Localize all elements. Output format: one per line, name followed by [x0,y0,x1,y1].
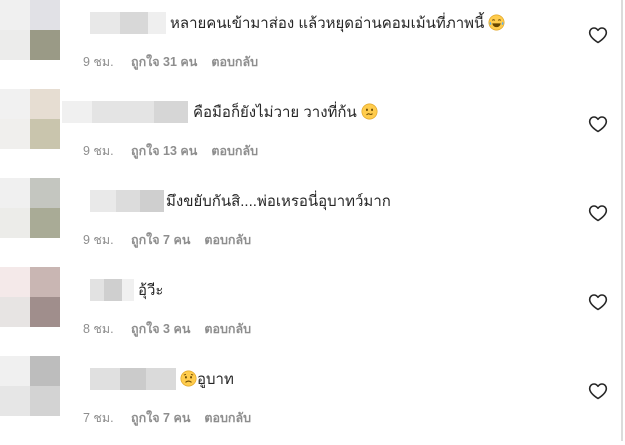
comment-text: อูบาท [180,369,234,391]
likes-count[interactable]: ถูกใจ 31 คน [131,52,197,72]
comment-body: มึงขยับกันสิ....พ่อเหรอนี่อุบาทว์มาก [166,193,391,210]
comment-meta: 8 ชม. ถูกใจ 3 คน ตอบกลับ [83,319,251,339]
reply-button[interactable]: ตอบกลับ [211,141,258,161]
reply-button[interactable]: ตอบกลับ [204,408,251,428]
likes-count[interactable]: ถูกใจ 7 คน [131,408,190,428]
comment-time[interactable]: 9 ชม. [83,230,131,250]
username-blurred[interactable] [90,368,176,390]
likes-count[interactable]: ถูกใจ 3 คน [131,319,190,339]
comment-body: อุ้วีะ [138,282,164,299]
avatar[interactable] [0,178,60,238]
like-heart-icon[interactable] [588,292,608,312]
like-heart-icon[interactable] [588,381,608,401]
like-heart-icon[interactable] [588,25,608,45]
comment-time[interactable]: 8 ชม. [83,319,131,339]
reply-button[interactable]: ตอบกลับ [204,230,251,250]
comment-item: อุ้วีะ 8 ชม. ถูกใจ 3 คน ตอบกลับ [0,267,621,356]
comment-text: หลายคนเข้ามาส่อง แล้วหยุดอ่านคอมเม้นที่ภ… [170,13,505,35]
likes-count[interactable]: ถูกใจ 13 คน [131,141,197,161]
comment-body: หลายคนเข้ามาส่อง แล้วหยุดอ่านคอมเม้นที่ภ… [170,15,485,32]
comment-time[interactable]: 7 ชม. [83,408,131,428]
comment-body: อูบาท [197,371,234,388]
reply-button[interactable]: ตอบกลับ [204,319,251,339]
likes-count[interactable]: ถูกใจ 7 คน [131,230,190,250]
username-blurred[interactable] [90,279,134,301]
avatar[interactable] [0,89,60,149]
comment-meta: 9 ชม. ถูกใจ 7 คน ตอบกลับ [83,230,251,250]
comment-meta: 9 ชม. ถูกใจ 31 คน ตอบกลับ [83,52,258,72]
comment-time[interactable]: 9 ชม. [83,52,131,72]
comment-meta: 9 ชม. ถูกใจ 13 คน ตอบกลับ [83,141,258,161]
reply-button[interactable]: ตอบกลับ [211,52,258,72]
avatar[interactable] [0,356,60,416]
comment-body: คือมือก็ยังไม่วาย วางที่ก้น [193,104,357,121]
confused-emoji-icon [361,103,378,120]
username-blurred[interactable] [90,190,164,212]
avatar[interactable] [0,267,60,327]
comment-item: อูบาท 7 ชม. ถูกใจ 7 คน ตอบกลับ [0,356,621,445]
like-heart-icon[interactable] [588,203,608,223]
comment-meta: 7 ชม. ถูกใจ 7 คน ตอบกลับ [83,408,251,428]
comment-item: หลายคนเข้ามาส่อง แล้วหยุดอ่านคอมเม้นที่ภ… [0,0,621,89]
sad-emoji-icon [180,370,197,387]
comment-text: มึงขยับกันสิ....พ่อเหรอนี่อุบาทว์มาก [166,191,391,213]
avatar[interactable] [0,0,60,60]
comment-item: คือมือก็ยังไม่วาย วางที่ก้น 9 ชม. ถูกใจ 1… [0,89,621,178]
username-blurred[interactable] [90,12,166,34]
like-heart-icon[interactable] [588,114,608,134]
comment-text: อุ้วีะ [138,280,164,302]
username-blurred[interactable] [62,101,188,123]
comment-time[interactable]: 9 ชม. [83,141,131,161]
laughing-tears-emoji-icon [488,14,505,31]
comment-item: มึงขยับกันสิ....พ่อเหรอนี่อุบาทว์มาก 9 ชม… [0,178,621,267]
comment-text: คือมือก็ยังไม่วาย วางที่ก้น [193,102,378,124]
